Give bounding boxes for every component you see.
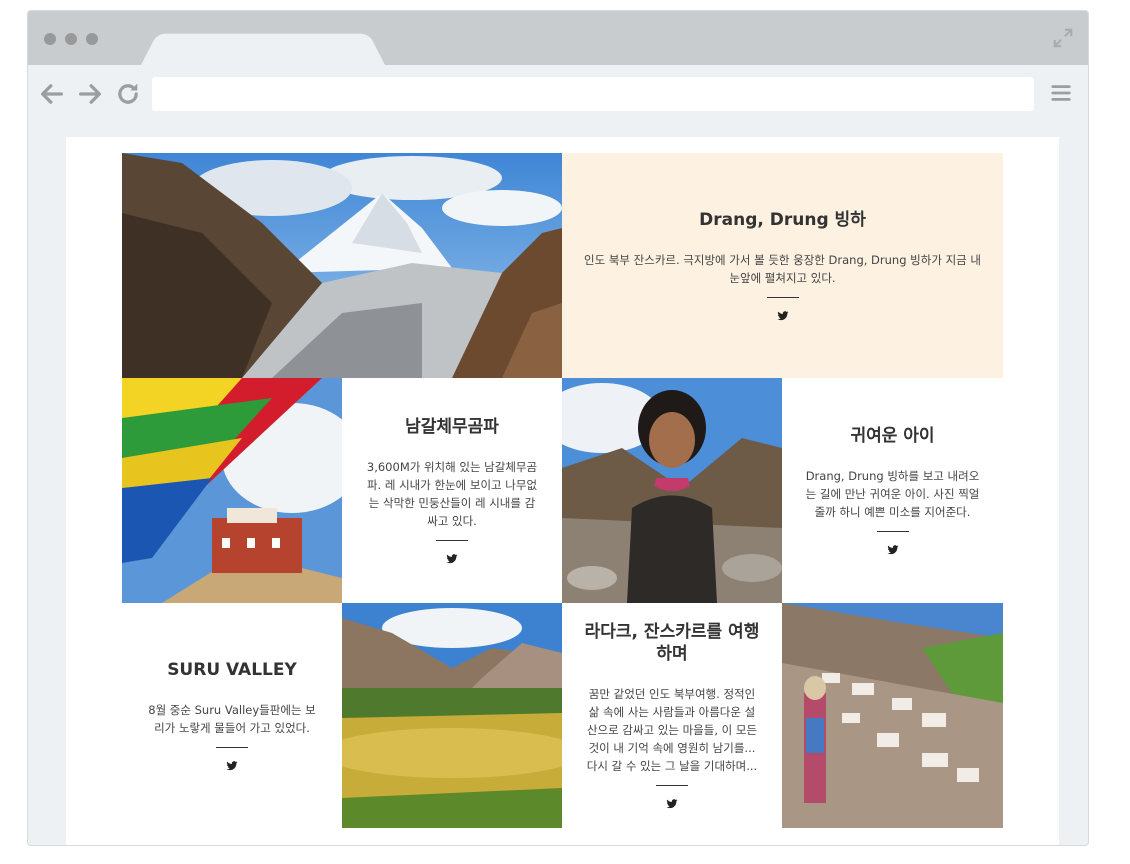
suru-valley-photo[interactable] [342, 603, 562, 828]
card-body: 3,600M가 위치해 있는 남갈체무곰파. 레 시내가 한눈에 보이고 나무없… [366, 460, 538, 529]
window-dot-minimize[interactable] [65, 33, 77, 45]
expand-icon[interactable] [1052, 27, 1074, 49]
twitter-icon[interactable] [887, 544, 899, 556]
browser-tab[interactable] [140, 33, 386, 67]
card-title: Drang, Drung 빙하 [699, 209, 866, 230]
card-title: 라다크, 잔스카르를 여행하며 [584, 621, 760, 664]
divider [766, 297, 799, 299]
twitter-icon[interactable] [226, 760, 238, 772]
card-title: 남갈체무곰파 [405, 416, 499, 437]
village-photo[interactable] [782, 603, 1003, 828]
divider [656, 785, 688, 787]
twitter-icon[interactable] [666, 798, 678, 810]
card-cute-child: 귀여운 아이 Drang, Drung 빙하를 보고 내려오는 길에 만난 귀여… [782, 378, 1003, 603]
forward-arrow-icon[interactable] [76, 80, 104, 108]
prayer-flags-photo[interactable] [122, 378, 342, 603]
title-bar [28, 11, 1088, 67]
twitter-icon[interactable] [777, 310, 789, 322]
browser-window: Drang, Drung 빙하 인도 북부 잔스카르. 극지방에 가서 볼 듯한… [27, 10, 1089, 846]
card-body: 인도 북부 잔스카르. 극지방에 가서 볼 듯한 웅장한 Drang, Drun… [584, 253, 981, 286]
back-arrow-icon[interactable] [38, 80, 66, 108]
browser-toolbar [28, 65, 1088, 129]
hamburger-menu-icon[interactable] [1050, 82, 1072, 104]
page-viewport: Drang, Drung 빙하 인도 북부 잔스카르. 극지방에 가서 볼 듯한… [66, 137, 1059, 845]
divider [876, 531, 909, 533]
card-namgyal-tsemo: 남갈체무곰파 3,600M가 위치해 있는 남갈체무곰파. 레 시내가 한눈에 … [342, 378, 562, 603]
divider [216, 747, 248, 749]
card-body: 8월 중순 Suru Valley들판에는 보리가 노랗게 물들어 가고 있었다… [148, 703, 316, 736]
glacier-photo[interactable] [122, 153, 562, 378]
card-title: 귀여운 아이 [850, 425, 935, 446]
card-suru-valley: SURU VALLEY 8월 중순 Suru Valley들판에는 보리가 노랗… [122, 603, 342, 828]
reload-icon[interactable] [114, 80, 142, 108]
card-drang-glacier: Drang, Drung 빙하 인도 북부 잔스카르. 극지방에 가서 볼 듯한… [562, 153, 1003, 378]
window-dot-close[interactable] [44, 33, 56, 45]
card-title: SURU VALLEY [167, 659, 297, 680]
divider [436, 540, 468, 542]
twitter-icon[interactable] [446, 553, 458, 565]
photo-grid: Drang, Drung 빙하 인도 북부 잔스카르. 극지방에 가서 볼 듯한… [122, 153, 1003, 828]
card-ladakh-travel: 라다크, 잔스카르를 여행하며 꿈만 같었던 인도 북부여행. 정적인 삶 속에… [562, 603, 782, 828]
address-bar[interactable] [152, 77, 1034, 111]
card-body: 꿈만 같었던 인도 북부여행. 정적인 삶 속에 사는 사람들과 아름다운 설산… [586, 687, 758, 774]
card-body: Drang, Drung 빙하를 보고 내려오는 길에 만난 귀여운 아이. 사… [805, 469, 980, 520]
window-dot-maximize[interactable] [86, 33, 98, 45]
child-photo[interactable] [562, 378, 782, 603]
